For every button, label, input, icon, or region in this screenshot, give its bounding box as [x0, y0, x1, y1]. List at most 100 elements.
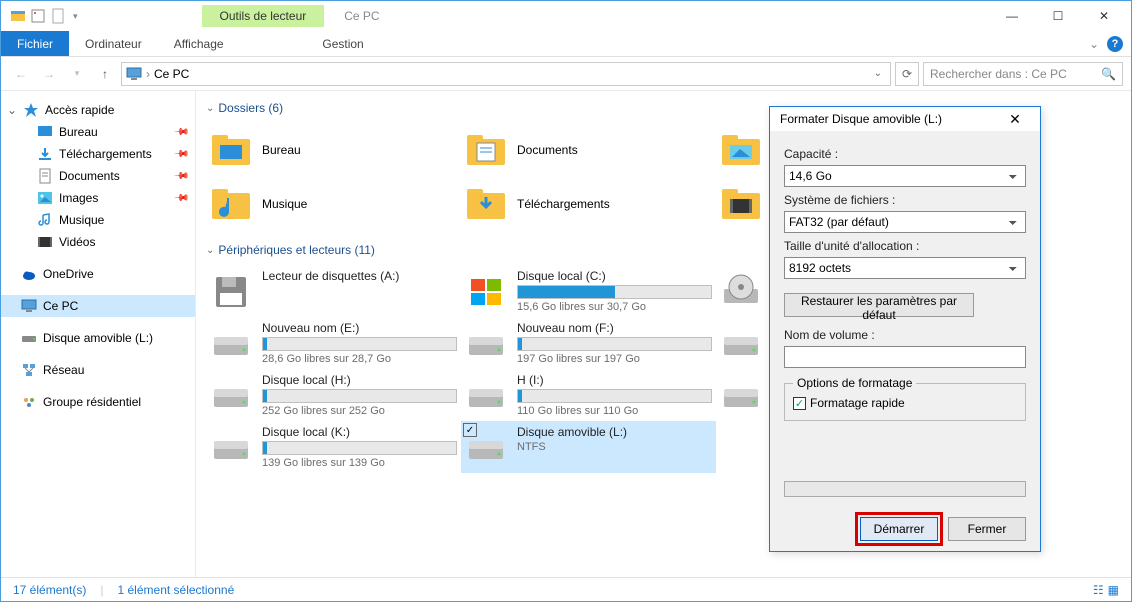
drive-item[interactable]: Nouveau nom (E:) 28,6 Go libres sur 28,7…	[206, 317, 461, 369]
usage-bar	[262, 337, 457, 351]
properties-icon[interactable]	[29, 7, 47, 25]
folder-musique[interactable]: Musique	[206, 177, 461, 231]
tab-view[interactable]: Affichage	[158, 31, 240, 56]
drive-item[interactable]: Disque local (K:) 139 Go libres sur 139 …	[206, 421, 461, 473]
view-large-icon[interactable]: ▦	[1108, 583, 1119, 597]
sidebar-desktop[interactable]: Bureau📌	[1, 121, 195, 143]
star-icon	[23, 102, 39, 118]
tab-manage[interactable]: Gestion	[296, 31, 391, 56]
chevron-down-icon: ⌄	[206, 245, 214, 256]
usage-bar	[517, 285, 712, 299]
progress-bar	[784, 481, 1026, 497]
volume-label: Nom de volume :	[784, 328, 1026, 342]
status-count: 17 élément(s)	[13, 583, 86, 597]
folder-telechargements[interactable]: Téléchargements	[461, 177, 716, 231]
desktop-icon	[37, 124, 53, 140]
drive-item[interactable]: ✓ Disque amovible (L:) NTFS	[461, 421, 716, 473]
sidebar-music[interactable]: Musique	[1, 209, 195, 231]
folder-icon	[720, 183, 762, 225]
forward-button[interactable]: →	[37, 62, 61, 86]
start-button[interactable]: Démarrer	[860, 517, 938, 541]
folder-icon	[210, 183, 252, 225]
address-path[interactable]: › Ce PC ⌄	[121, 62, 891, 86]
usage-bar	[262, 389, 457, 403]
folder-documents[interactable]: Documents	[461, 123, 716, 177]
sidebar-onedrive[interactable]: OneDrive	[1, 263, 195, 285]
view-details-icon[interactable]: ☷	[1093, 583, 1104, 597]
drive-icon	[210, 271, 252, 313]
checkbox-icon: ✓	[793, 397, 806, 410]
folder-bureau[interactable]: Bureau	[206, 123, 461, 177]
address-bar: ← → ▾ ↑ › Ce PC ⌄ ⟳ Rechercher dans : Ce…	[1, 57, 1131, 91]
volume-input[interactable]	[784, 346, 1026, 368]
filesystem-select[interactable]: FAT32 (par défaut)	[784, 211, 1026, 233]
drive-icon	[465, 271, 507, 313]
pin-icon: 📌	[172, 190, 189, 207]
sidebar-documents[interactable]: Documents📌	[1, 165, 195, 187]
document-icon	[37, 168, 53, 184]
sidebar-quick-access[interactable]: ⌄Accès rapide	[1, 99, 195, 121]
close-button[interactable]: ✕	[1081, 1, 1127, 31]
help-icon[interactable]: ?	[1107, 36, 1123, 52]
drive-name: Lecteur de disquettes (A:)	[262, 269, 457, 283]
search-icon: 🔍	[1101, 67, 1116, 81]
tab-computer[interactable]: Ordinateur	[69, 31, 158, 56]
drive-name: Nouveau nom (E:)	[262, 321, 457, 335]
dialog-close-button[interactable]: ✕	[1000, 111, 1030, 128]
folder-icon	[720, 129, 762, 171]
network-icon	[21, 362, 37, 378]
pin-icon: 📌	[172, 124, 189, 141]
dialog-title: Formater Disque amovible (L:)	[780, 112, 942, 126]
drive-free-text: NTFS	[517, 441, 712, 453]
quick-format-checkbox[interactable]: ✓ Formatage rapide	[793, 396, 1017, 410]
up-button[interactable]: ↑	[93, 62, 117, 86]
drive-item[interactable]: Disque local (H:) 252 Go libres sur 252 …	[206, 369, 461, 421]
capacity-select[interactable]: 14,6 Go	[784, 165, 1026, 187]
path-dropdown-icon[interactable]: ⌄	[870, 68, 886, 79]
drive-item[interactable]: Nouveau nom (F:) 197 Go libres sur 197 G…	[461, 317, 716, 369]
sidebar-downloads[interactable]: Téléchargements📌	[1, 143, 195, 165]
new-doc-icon[interactable]	[49, 7, 67, 25]
status-bar: 17 élément(s) | 1 élément sélectionné ☷ …	[1, 577, 1131, 601]
tab-file[interactable]: Fichier	[1, 31, 69, 56]
options-legend: Options de formatage	[793, 376, 916, 390]
recent-dropdown[interactable]: ▾	[65, 62, 89, 86]
drive-free-text: 28,6 Go libres sur 28,7 Go	[262, 353, 457, 365]
allocation-select[interactable]: 8192 octets	[784, 257, 1026, 279]
pc-icon	[21, 298, 37, 314]
usage-bar	[517, 389, 712, 403]
drive-icon	[210, 427, 252, 469]
drive-item[interactable]: Lecteur de disquettes (A:)	[206, 265, 461, 317]
ribbon-collapse-icon[interactable]: ⌄	[1089, 37, 1099, 51]
sidebar-removable[interactable]: Disque amovible (L:)	[1, 327, 195, 349]
ribbon-tabs: Fichier Ordinateur Affichage Gestion ⌄ ?	[1, 31, 1131, 57]
drive-name: Nouveau nom (F:)	[517, 321, 712, 335]
chevron-down-icon: ⌄	[206, 103, 214, 114]
drive-icon	[465, 323, 507, 365]
minimize-button[interactable]: —	[989, 1, 1035, 31]
sidebar-videos[interactable]: Vidéos	[1, 231, 195, 253]
sidebar-this-pc[interactable]: Ce PC	[1, 295, 195, 317]
checkbox-icon[interactable]: ✓	[463, 423, 477, 437]
restore-defaults-button[interactable]: Restaurer les paramètres par défaut	[784, 293, 974, 317]
drive-item[interactable]: H (I:) 110 Go libres sur 110 Go	[461, 369, 716, 421]
qat-dropdown-icon[interactable]: ▾	[69, 11, 82, 22]
drive-free-text: 110 Go libres sur 110 Go	[517, 405, 712, 417]
sidebar-pictures[interactable]: Images📌	[1, 187, 195, 209]
navigation-pane: ⌄Accès rapide Bureau📌 Téléchargements📌 D…	[1, 91, 196, 577]
back-button[interactable]: ←	[9, 62, 33, 86]
picture-icon	[37, 190, 53, 206]
maximize-button[interactable]: ☐	[1035, 1, 1081, 31]
refresh-button[interactable]: ⟳	[895, 62, 919, 86]
close-dialog-button[interactable]: Fermer	[948, 517, 1026, 541]
breadcrumb-location[interactable]: Ce PC	[154, 67, 189, 81]
format-options-group: Options de formatage ✓ Formatage rapide	[784, 376, 1026, 421]
video-icon	[37, 234, 53, 250]
dialog-titlebar[interactable]: Formater Disque amovible (L:) ✕	[770, 107, 1040, 131]
sidebar-homegroup[interactable]: Groupe résidentiel	[1, 391, 195, 413]
folder-icon	[465, 183, 507, 225]
sidebar-network[interactable]: Réseau	[1, 359, 195, 381]
drive-free-text: 197 Go libres sur 197 Go	[517, 353, 712, 365]
search-input[interactable]: Rechercher dans : Ce PC 🔍	[923, 62, 1123, 86]
drive-item[interactable]: Disque local (C:) 15,6 Go libres sur 30,…	[461, 265, 716, 317]
